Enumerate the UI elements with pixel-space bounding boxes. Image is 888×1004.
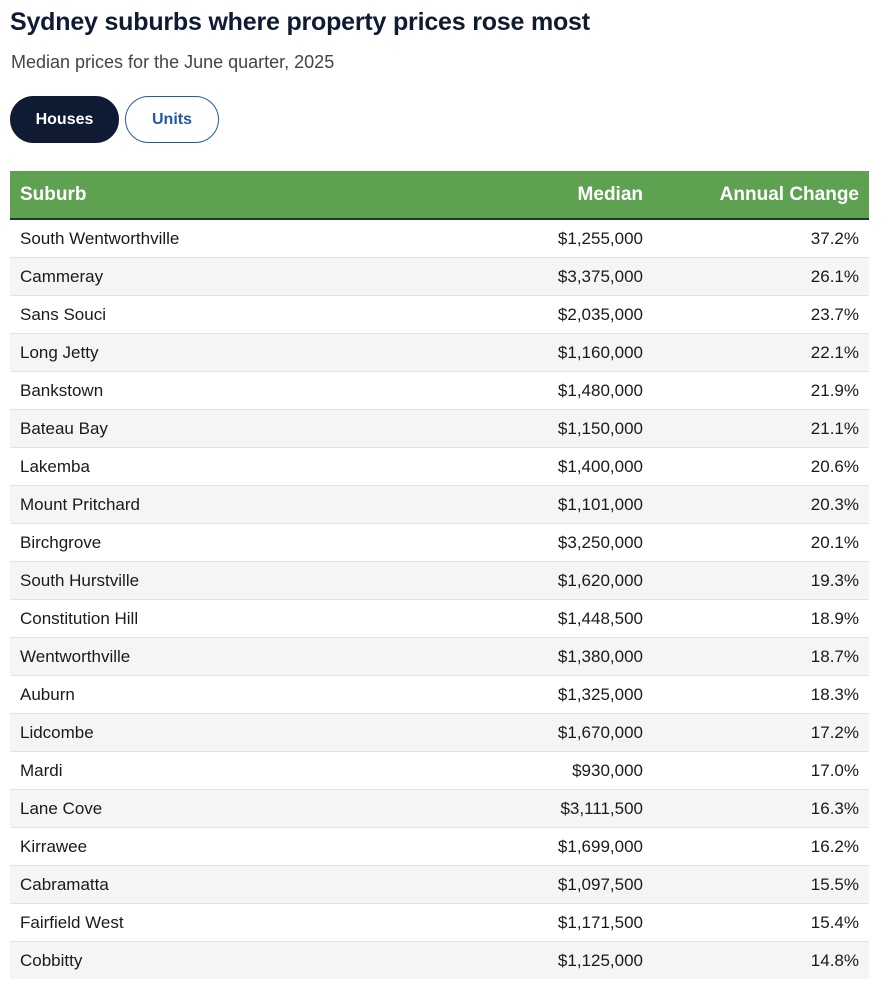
table-row: Lidcombe $1,670,000 17.2% <box>10 713 869 752</box>
annual-change-cell: 23.7% <box>653 295 869 334</box>
annual-change-cell: 18.7% <box>653 637 869 676</box>
table-row: Cammeray $3,375,000 26.1% <box>10 257 869 296</box>
annual-change-cell: 16.2% <box>653 827 869 866</box>
suburb-cell: South Hurstville <box>10 561 460 600</box>
median-cell: $1,448,500 <box>460 599 653 638</box>
table-row: Long Jetty $1,160,000 22.1% <box>10 333 869 372</box>
suburb-cell: Cabramatta <box>10 865 460 904</box>
suburb-cell: Constitution Hill <box>10 599 460 638</box>
annual-change-cell: 20.3% <box>653 485 869 524</box>
suburb-cell: Bateau Bay <box>10 409 460 448</box>
median-cell: $3,250,000 <box>460 523 653 562</box>
table-row: Cobbitty $1,125,000 14.8% <box>10 941 869 979</box>
table-row: Fairfield West $1,171,500 15.4% <box>10 903 869 942</box>
annual-change-cell: 15.4% <box>653 903 869 942</box>
page-subtitle: Median prices for the June quarter, 2025 <box>11 52 335 72</box>
table-row: Auburn $1,325,000 18.3% <box>10 675 869 714</box>
suburb-cell: Lakemba <box>10 447 460 486</box>
table-row: South Wentworthville $1,255,000 37.2% <box>10 219 869 258</box>
annual-change-cell: 18.9% <box>653 599 869 638</box>
median-cell: $1,150,000 <box>460 409 653 448</box>
suburb-cell: Long Jetty <box>10 333 460 372</box>
table-row: Cabramatta $1,097,500 15.5% <box>10 865 869 904</box>
median-cell: $1,101,000 <box>460 485 653 524</box>
table-row: Bankstown $1,480,000 21.9% <box>10 371 869 410</box>
suburb-cell: Cobbitty <box>10 941 460 979</box>
annual-change-cell: 16.3% <box>653 789 869 828</box>
median-cell: $1,480,000 <box>460 371 653 410</box>
median-cell: $1,097,500 <box>460 865 653 904</box>
table-row: Bateau Bay $1,150,000 21.1% <box>10 409 869 448</box>
column-header-annual-change[interactable]: Annual Change <box>653 171 869 220</box>
suburb-cell: Bankstown <box>10 371 460 410</box>
table-row: South Hurstville $1,620,000 19.3% <box>10 561 869 600</box>
median-cell: $3,375,000 <box>460 257 653 296</box>
median-cell: $1,380,000 <box>460 637 653 676</box>
column-header-suburb[interactable]: Suburb <box>10 171 460 220</box>
table-row: Mount Pritchard $1,101,000 20.3% <box>10 485 869 524</box>
suburbs-table: Suburb Median Annual Change South Wentwo… <box>10 171 869 979</box>
median-cell: $1,325,000 <box>460 675 653 714</box>
table-row: Mardi $930,000 17.0% <box>10 751 869 790</box>
median-cell: $1,125,000 <box>460 941 653 979</box>
suburb-cell: Lane Cove <box>10 789 460 828</box>
median-cell: $1,400,000 <box>460 447 653 486</box>
annual-change-cell: 21.9% <box>653 371 869 410</box>
table-header-row: Suburb Median Annual Change <box>10 171 869 220</box>
table-row: Birchgrove $3,250,000 20.1% <box>10 523 869 562</box>
annual-change-cell: 18.3% <box>653 675 869 714</box>
annual-change-cell: 37.2% <box>810 228 859 248</box>
annual-change-cell: 22.1% <box>653 333 869 372</box>
houses-button[interactable]: Houses <box>10 96 119 143</box>
table-body: South Wentworthville $1,255,000 37.2% Camme… <box>10 219 869 979</box>
annual-change-cell: 14.8% <box>653 941 869 979</box>
median-cell: $1,620,000 <box>460 561 653 600</box>
median-cell: $930,000 <box>460 751 653 790</box>
suburb-cell: Mount Pritchard <box>10 485 460 524</box>
annual-change-cell: 20.1% <box>653 523 869 562</box>
annual-change-cell: 17.0% <box>653 751 869 790</box>
annual-change-cell: 20.6% <box>653 447 869 486</box>
annual-change-cell: 15.5% <box>653 865 869 904</box>
median-cell: $1,255,000 <box>557 228 643 248</box>
suburb-cell: Lidcombe <box>10 713 460 752</box>
annual-change-cell: 21.1% <box>653 409 869 448</box>
suburb-cell: Auburn <box>10 675 460 714</box>
annual-change-cell: 17.2% <box>653 713 869 752</box>
units-button[interactable]: Units <box>125 96 219 143</box>
column-header-median[interactable]: Median <box>460 171 653 220</box>
suburb-cell: Mardi <box>10 751 460 790</box>
table-row: Lakemba $1,400,000 20.6% <box>10 447 869 486</box>
property-type-toggle: Houses Units <box>10 96 869 143</box>
suburb-cell: Birchgrove <box>10 523 460 562</box>
annual-change-cell: 19.3% <box>653 561 869 600</box>
median-cell: $2,035,000 <box>460 295 653 334</box>
suburb-cell: Cammeray <box>10 257 460 296</box>
page-title: Sydney suburbs where property prices ros… <box>10 8 590 36</box>
table-row: Lane Cove $3,111,500 16.3% <box>10 789 869 828</box>
median-cell: $1,699,000 <box>460 827 653 866</box>
median-cell: $1,171,500 <box>460 903 653 942</box>
table-row: Wentworthville $1,380,000 18.7% <box>10 637 869 676</box>
annual-change-cell: 26.1% <box>653 257 869 296</box>
suburb-cell: Wentworthville <box>10 637 460 676</box>
table-row: Kirrawee $1,699,000 16.2% <box>10 827 869 866</box>
suburb-cell: South Wentworthville <box>20 228 180 248</box>
table-row: Sans Souci $2,035,000 23.7% <box>10 295 869 334</box>
suburb-cell: Fairfield West <box>10 903 460 942</box>
median-cell: $3,111,500 <box>460 789 653 828</box>
median-cell: $1,670,000 <box>460 713 653 752</box>
table-row: Constitution Hill $1,448,500 18.9% <box>10 599 869 638</box>
suburb-cell: Kirrawee <box>10 827 460 866</box>
suburb-cell: Sans Souci <box>10 295 460 334</box>
median-cell: $1,160,000 <box>460 333 653 372</box>
